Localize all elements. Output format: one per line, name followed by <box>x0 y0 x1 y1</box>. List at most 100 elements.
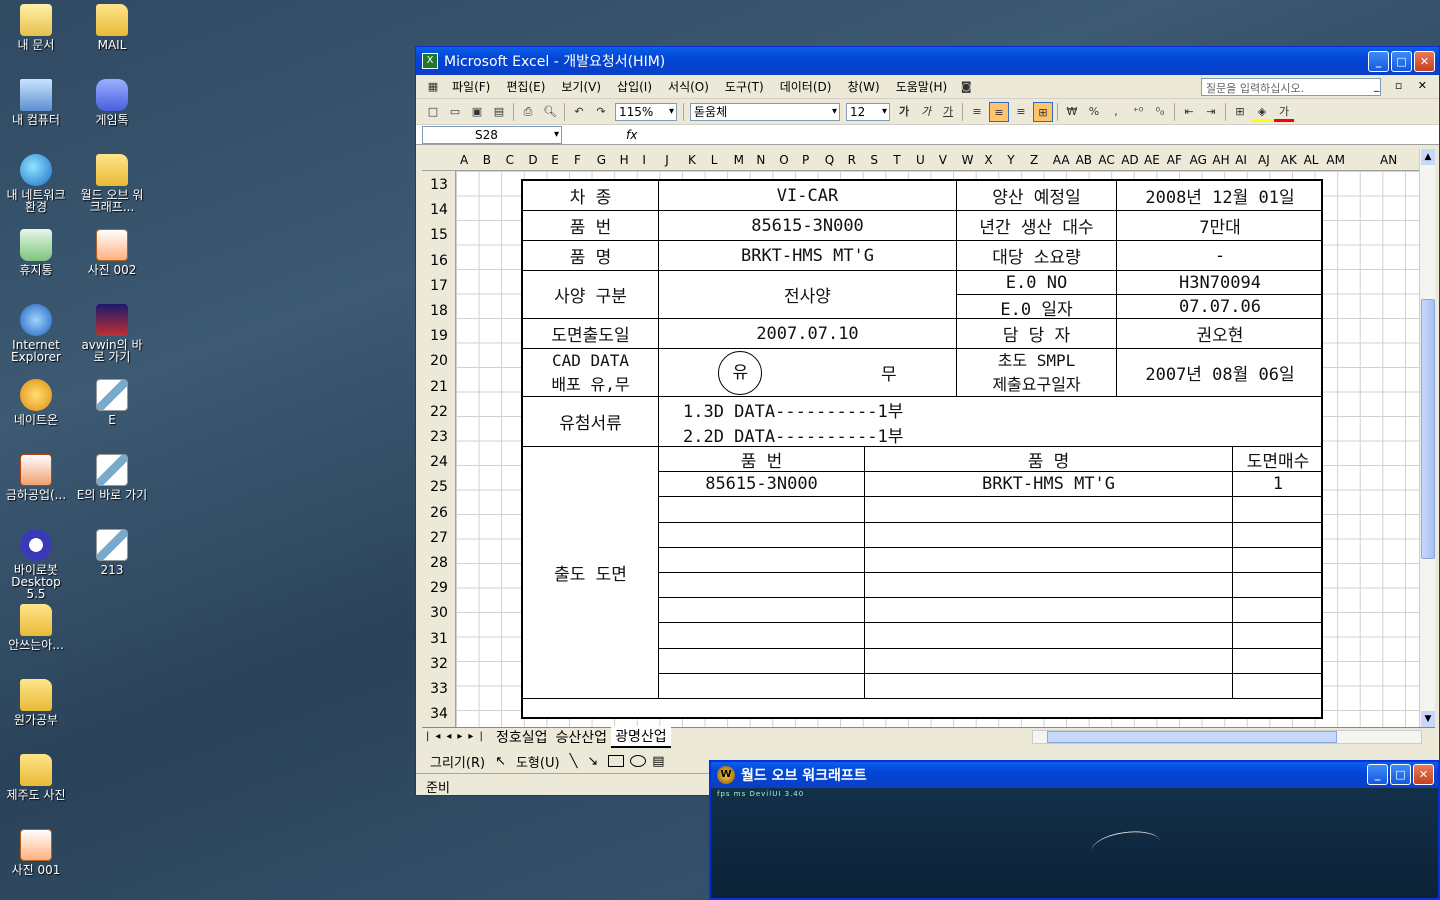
doc-window-controls[interactable]: _ ▫ ✕ <box>1374 79 1433 92</box>
excel-titlebar[interactable]: X Microsoft Excel - 개발요청서(HIM) _ □ ✕ <box>416 47 1439 75</box>
increase-indent-icon[interactable]: ⇥ <box>1201 102 1221 122</box>
wow-close-button[interactable]: ✕ <box>1413 764 1434 785</box>
column-header[interactable]: B <box>483 153 491 167</box>
car-value[interactable]: VI-CAR <box>659 181 957 210</box>
scroll-down-icon[interactable]: ▼ <box>1421 711 1435 727</box>
drawing-date-label[interactable]: 도면출도일 <box>523 319 659 348</box>
row-header[interactable]: 21 <box>422 379 456 395</box>
font-name-select[interactable]: 돋움체 <box>690 102 840 121</box>
select-pointer-icon[interactable]: ↖ <box>495 754 506 769</box>
row-header[interactable]: 15 <box>422 227 456 243</box>
wow-window[interactable]: W 월드 오브 워크래프트 _ □ ✕ fps ms DevilUI 3.40 <box>709 760 1440 900</box>
desktop-icon[interactable]: 내 컴퓨터 <box>0 79 72 126</box>
attach-item-1[interactable]: 1.3D DATA----------1부 <box>659 397 1323 422</box>
column-header[interactable]: T <box>893 153 900 167</box>
column-header[interactable]: AI <box>1235 153 1247 167</box>
drawing-empty-cell[interactable] <box>865 573 1233 599</box>
arrow-icon[interactable]: ↘ <box>587 754 598 769</box>
ask-question-input[interactable]: 질문을 입력하십시오. <box>1201 78 1381 96</box>
underline-icon[interactable]: 가 <box>938 102 958 122</box>
drawing-header-cell[interactable]: 품 번 <box>659 447 865 473</box>
manager-label[interactable]: 담 당 자 <box>957 319 1117 348</box>
desktop-icon[interactable]: avwin의 바로 가기 <box>76 304 148 363</box>
column-header[interactable]: A <box>460 153 468 167</box>
cell-area[interactable]: 차 종 VI-CAR 양산 예정일 2008년 12월 01일 품 번 8561… <box>456 171 1420 727</box>
hscroll-thumb[interactable] <box>1047 731 1337 743</box>
menu-view[interactable]: 보기(V) <box>553 78 609 95</box>
drawing-data-cell[interactable]: BRKT-HMS MT'G <box>865 472 1233 498</box>
drawing-empty-cell[interactable] <box>1233 548 1323 573</box>
align-center-icon[interactable]: ≡ <box>989 101 1009 122</box>
drawing-empty-cell[interactable] <box>865 598 1233 624</box>
row-header[interactable]: 30 <box>422 605 456 621</box>
column-header[interactable]: G <box>597 153 606 167</box>
drawing-empty-cell[interactable] <box>659 673 865 699</box>
annual-label[interactable]: 년간 생산 대수 <box>957 211 1117 240</box>
mass-date-value[interactable]: 2008년 12월 01일 <box>1117 181 1323 210</box>
drawing-empty-cell[interactable] <box>1233 674 1323 699</box>
column-header[interactable]: AM <box>1326 153 1345 167</box>
column-header[interactable]: H <box>620 153 629 167</box>
desktop-icon[interactable]: 안쓰는아... <box>0 604 72 651</box>
column-header[interactable]: J <box>665 153 669 167</box>
draw-menu[interactable]: 그리기(R) <box>430 752 485 771</box>
cad-choice[interactable]: 유 무 <box>659 349 957 396</box>
comma-icon[interactable]: , <box>1106 102 1126 122</box>
row-header[interactable]: 28 <box>422 555 456 571</box>
drawing-empty-cell[interactable] <box>865 522 1233 548</box>
print-preview-icon[interactable]: 🔍︎ <box>540 102 560 122</box>
maximize-button[interactable]: □ <box>1391 51 1412 72</box>
desktop-icon[interactable]: 내 네트워크 환경 <box>0 154 72 213</box>
menu-file[interactable]: 파일(F) <box>444 78 498 95</box>
save-icon[interactable]: ▣ <box>467 102 487 122</box>
row-header[interactable]: 22 <box>422 404 456 420</box>
line-icon[interactable]: ╲ <box>570 754 578 769</box>
smpl-label[interactable]: 초도 SMPL 제출요구일자 <box>957 349 1117 396</box>
autoshape-menu[interactable]: 도형(U) <box>516 752 560 771</box>
row-header[interactable]: 18 <box>422 303 456 319</box>
increase-decimal-icon[interactable]: ⁺⁰ <box>1128 102 1148 122</box>
row-header[interactable]: 24 <box>422 454 456 470</box>
fill-color-icon[interactable]: ◈ <box>1252 102 1272 122</box>
column-header[interactable]: V <box>939 153 947 167</box>
drawing-empty-cell[interactable] <box>865 673 1233 699</box>
column-header[interactable]: W <box>962 153 974 167</box>
column-header[interactable]: Z <box>1030 153 1038 167</box>
tab-seungsan[interactable]: 승산산업 <box>552 727 612 747</box>
worksheet-grid[interactable]: A B C D E F G H I J K L M N O P Q R S T U V W X Y Z AA AB AC AD AE AF AG… <box>422 149 1435 727</box>
attach-item-2[interactable]: 2.2D DATA----------1부 <box>659 422 1323 447</box>
per-car-label[interactable]: 대당 소요량 <box>957 241 1117 270</box>
print-icon[interactable]: ⎙ <box>518 102 538 122</box>
column-header[interactable]: C <box>506 153 514 167</box>
row-header[interactable]: 27 <box>422 530 456 546</box>
redo-icon[interactable]: ↷ <box>591 102 611 122</box>
desktop-icon[interactable]: 사진 002 <box>76 229 148 276</box>
desktop-icon[interactable]: E <box>76 379 148 426</box>
drawing-empty-cell[interactable] <box>659 522 865 548</box>
align-left-icon[interactable]: ≡ <box>967 102 987 122</box>
column-header[interactable]: L <box>711 153 718 167</box>
menu-tools[interactable]: 도구(T) <box>717 78 772 95</box>
align-right-icon[interactable]: ≡ <box>1011 102 1031 122</box>
eo-date-value[interactable]: 07.07.06 <box>1117 295 1323 319</box>
desktop-icon[interactable]: 원가공부 <box>0 679 72 726</box>
column-header[interactable]: AC <box>1098 153 1114 167</box>
column-header[interactable]: M <box>734 153 744 167</box>
name-box[interactable]: S28 <box>422 125 562 144</box>
row-header[interactable]: 16 <box>422 253 456 269</box>
horizontal-scrollbar[interactable] <box>1032 730 1422 744</box>
decrease-decimal-icon[interactable]: ⁰₀ <box>1150 102 1170 122</box>
desktop-icon[interactable]: 바이로봇 Desktop 5.5 <box>0 529 72 600</box>
tab-jeongho[interactable]: 정호실업 <box>492 727 552 747</box>
drawing-empty-cell[interactable] <box>1233 598 1323 624</box>
row-header[interactable]: 25 <box>422 479 456 495</box>
row-header[interactable]: 33 <box>422 681 456 697</box>
desktop-icon[interactable]: 월드 오브 워크래프... <box>76 154 148 213</box>
wow-minimize-button[interactable]: _ <box>1367 764 1388 785</box>
drawing-data-cell[interactable]: 85615-3N000 <box>659 472 865 498</box>
desktop-icon[interactable]: MAIL <box>76 4 148 51</box>
borders-icon[interactable]: ⊞ <box>1230 102 1250 122</box>
new-icon[interactable]: □ <box>423 102 443 122</box>
annual-value[interactable]: 7만대 <box>1117 211 1323 240</box>
drawing-empty-cell[interactable] <box>659 547 865 573</box>
